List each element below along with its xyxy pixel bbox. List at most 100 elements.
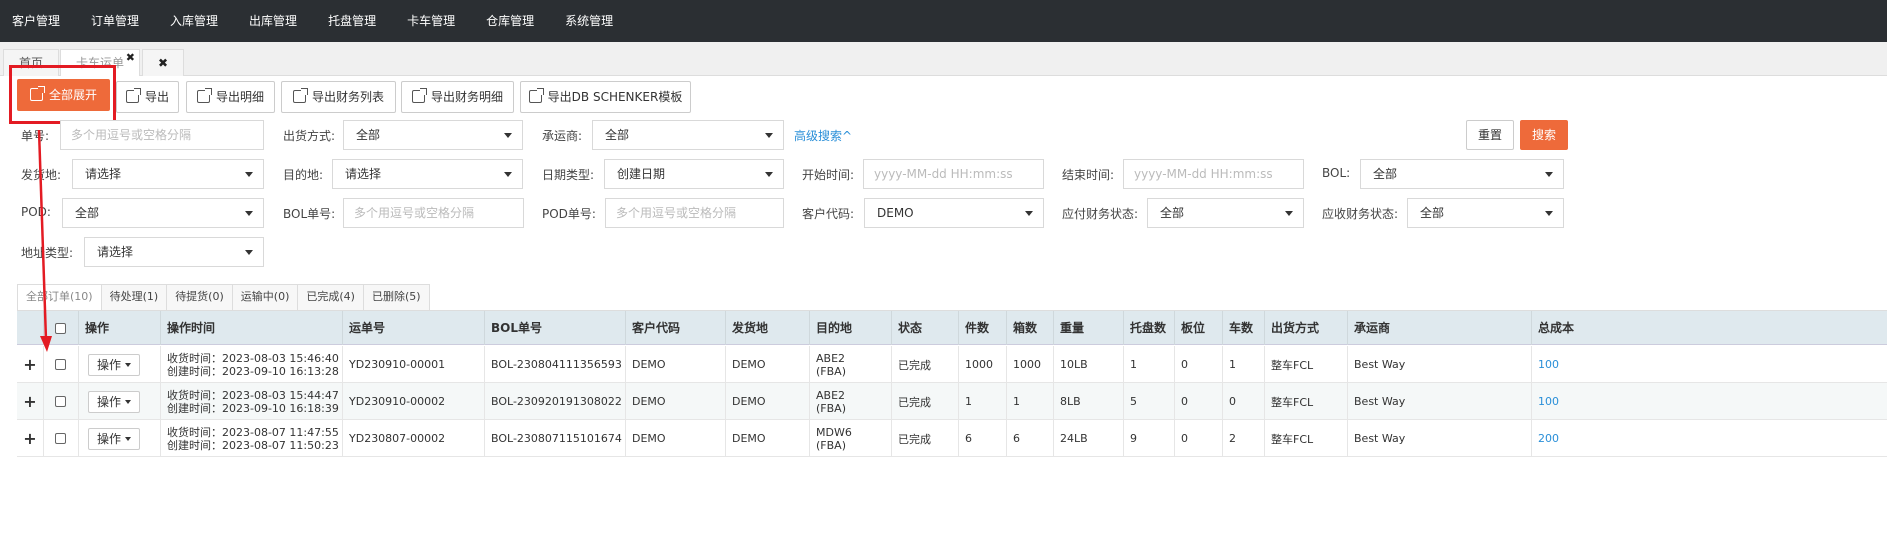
nav-order-management[interactable]: 订单管理: [79, 0, 151, 42]
export-finance-detail-button[interactable]: 导出财务明细: [401, 81, 514, 113]
select-all-checkbox[interactable]: [55, 323, 66, 334]
boxes-cell: 1: [1006, 383, 1053, 420]
receivable-status-select[interactable]: 全部: [1407, 198, 1564, 228]
export-finance-list-label: 导出财务列表: [311, 90, 384, 104]
close-all-tabs-button[interactable]: ✖: [142, 49, 184, 76]
nav-inbound-management[interactable]: 入库管理: [158, 0, 230, 42]
tab-all-orders[interactable]: 全部订单(10): [17, 284, 102, 310]
export-detail-button[interactable]: 导出明细: [186, 81, 275, 113]
tab-in-transit[interactable]: 运输中(0): [231, 284, 299, 310]
chevron-down-icon: [125, 436, 132, 441]
export-db-schenker-label: 导出DB SCHENKER模板: [547, 90, 683, 104]
carrier-select[interactable]: 全部: [592, 120, 784, 150]
origin-select[interactable]: 请选择: [72, 159, 264, 189]
ship-method-label: 出货方式:: [283, 129, 336, 143]
bol-cell: BOL-230920191308022: [484, 383, 625, 420]
operation-dropdown-button[interactable]: 操作: [88, 353, 141, 376]
chevron-down-icon: [1545, 172, 1553, 177]
ship-method-select[interactable]: 全部: [343, 120, 523, 150]
plus-icon[interactable]: +: [17, 346, 43, 383]
receivable-status-label: 应收财务状态:: [1322, 207, 1399, 221]
bol-select[interactable]: 全部: [1360, 159, 1564, 189]
received-time: 收货时间：2023-08-03 15:46:40: [167, 351, 339, 365]
page-tabs-bar: 首页 卡车运单 ✖ ✖: [0, 42, 1887, 76]
reset-button[interactable]: 重置: [1466, 120, 1514, 150]
chevron-down-icon: [245, 211, 253, 216]
pod-label: POD:: [21, 205, 51, 219]
chevron-down-icon: [1025, 211, 1033, 216]
row-checkbox[interactable]: [55, 359, 66, 370]
created-time: 创建时间：2023-08-07 11:50:23: [167, 438, 339, 452]
tab-home[interactable]: 首页: [3, 49, 59, 76]
chevron-down-icon: [1545, 211, 1553, 216]
payable-status-select[interactable]: 全部: [1147, 198, 1304, 228]
destination-select[interactable]: 请选择: [332, 159, 523, 189]
payable-status-label: 应付财务状态:: [1062, 207, 1139, 221]
nav-pallet-management[interactable]: 托盘管理: [316, 0, 388, 42]
header-destination: 目的地: [809, 311, 891, 345]
header-status: 状态: [891, 311, 958, 345]
plus-icon[interactable]: +: [17, 420, 43, 457]
address-type-select[interactable]: 请选择: [84, 237, 264, 267]
export-button[interactable]: 导出: [116, 81, 179, 113]
nav-customer-management[interactable]: 客户管理: [0, 0, 72, 42]
export-icon: [411, 88, 427, 103]
start-time-input[interactable]: yyyy-MM-dd HH:mm:ss: [863, 159, 1044, 189]
created-time: 创建时间：2023-09-10 16:13:28: [167, 364, 339, 378]
destination-cell: ABE2 (FBA): [809, 383, 891, 420]
destination-code: ABE2: [816, 351, 846, 365]
trucks-cell: 1: [1222, 346, 1264, 383]
tab-pending[interactable]: 待处理(1): [100, 284, 168, 310]
header-origin: 发货地: [725, 311, 809, 345]
bol-no-input[interactable]: 多个用逗号或空格分隔: [343, 198, 524, 228]
operation-dropdown-button[interactable]: 操作: [88, 390, 141, 413]
plus-icon[interactable]: +: [17, 383, 43, 420]
advanced-search-link[interactable]: 高级搜索^: [794, 127, 852, 144]
total-cost-link[interactable]: 100: [1531, 346, 1887, 383]
nav-outbound-management[interactable]: 出库管理: [237, 0, 309, 42]
order-no-input[interactable]: 多个用逗号或空格分隔: [60, 120, 264, 150]
date-type-label: 日期类型:: [542, 168, 595, 182]
pod-select[interactable]: 全部: [62, 198, 264, 228]
receivable-status-value: 全部: [1420, 206, 1445, 220]
table-header: 操作 操作时间 运单号 BOL单号 客户代码 发货地 目的地 状态 件数 箱数 …: [17, 311, 1887, 345]
header-operation: 操作: [78, 311, 160, 345]
bol-no-label: BOL单号:: [283, 207, 336, 221]
total-cost-link[interactable]: 200: [1531, 420, 1887, 457]
chevron-down-icon: [504, 172, 512, 177]
row-checkbox[interactable]: [55, 433, 66, 444]
expand-all-button[interactable]: 全部展开: [17, 79, 110, 111]
date-type-select[interactable]: 创建日期: [604, 159, 784, 189]
row-select-cell: [43, 420, 78, 457]
tab-completed[interactable]: 已完成(4): [297, 284, 364, 310]
nav-system-management[interactable]: 系统管理: [553, 0, 625, 42]
nav-warehouse-management[interactable]: 仓库管理: [474, 0, 546, 42]
received-time: 收货时间：2023-08-07 11:47:55: [167, 425, 339, 439]
operation-cell: 操作: [78, 383, 160, 420]
export-finance-detail-label: 导出财务明细: [430, 90, 503, 104]
export-finance-list-button[interactable]: 导出财务列表: [281, 81, 396, 113]
tab-close-icon[interactable]: ✖: [126, 44, 135, 71]
export-db-schenker-button[interactable]: 导出DB SCHENKER模板: [520, 81, 691, 113]
pod-no-input[interactable]: 多个用逗号或空格分隔: [605, 198, 784, 228]
total-cost-link[interactable]: 100: [1531, 383, 1887, 420]
row-checkbox[interactable]: [55, 396, 66, 407]
tab-deleted[interactable]: 已删除(5): [362, 284, 430, 310]
operation-time-cell: 收货时间：2023-08-03 15:46:40 创建时间：2023-09-10 …: [160, 346, 342, 383]
export-icon: [125, 88, 141, 103]
ship-method-cell: 整车FCL: [1264, 420, 1347, 457]
destination-type: (FBA): [816, 438, 846, 452]
header-customer-code: 客户代码: [625, 311, 725, 345]
carrier-cell: Best Way: [1347, 346, 1531, 383]
bol-label: BOL:: [1322, 166, 1351, 180]
received-time: 收货时间：2023-08-03 15:44:47: [167, 388, 339, 402]
operation-dropdown-button[interactable]: 操作: [88, 427, 141, 450]
tab-truck-waybill[interactable]: 卡车运单 ✖: [60, 49, 140, 76]
export-icon: [196, 88, 212, 103]
tab-awaiting-pickup[interactable]: 待提货(0): [166, 284, 233, 310]
customer-code-select[interactable]: DEMO: [864, 198, 1044, 228]
nav-truck-management[interactable]: 卡车管理: [395, 0, 467, 42]
end-time-input[interactable]: yyyy-MM-dd HH:mm:ss: [1123, 159, 1304, 189]
carrier-label: 承运商:: [542, 129, 583, 143]
search-button[interactable]: 搜索: [1520, 120, 1568, 150]
